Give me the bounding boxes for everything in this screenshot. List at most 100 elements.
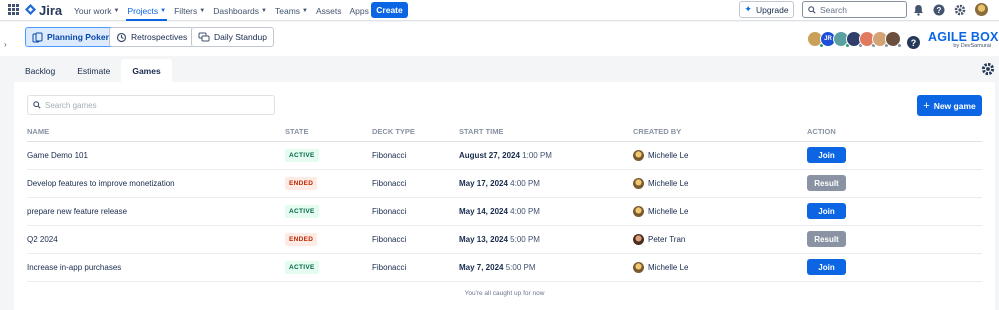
game-name[interactable]: Q2 2024 [27,225,285,254]
result-button[interactable]: Result [807,231,846,247]
tab-estimate[interactable]: Estimate [66,59,121,83]
nav-menu: Your work ▼ Projects ▼ Filters ▼ Dashboards ▼ Te… [70,0,381,21]
start-date: May 13, 2024 [459,234,508,244]
status-badge: ENDED [285,232,318,246]
table-row[interactable]: Develop features to improve monetization… [27,169,982,198]
global-search-input[interactable]: Search [802,1,907,18]
table-row[interactable]: Q2 2024 ENDED Fibonacci May 13, 2024 5:00 P… [27,225,982,254]
action-cell: Result [807,225,982,254]
avatar [633,233,644,245]
game-name[interactable]: Develop features to improve monetization [27,169,285,198]
start-clock: 4:00 PM [510,206,540,216]
notifications-bell-icon[interactable] [912,3,925,16]
table-row[interactable]: Game Demo 101 ACTIVE Fibonacci August 27, 2… [27,141,982,170]
settings-gear-icon[interactable] [953,3,966,16]
result-button[interactable]: Result [807,175,846,191]
column-header: START TIME [459,122,633,142]
app-name: Jira [39,3,63,18]
column-header: CREATED BY [633,122,807,142]
upgrade-button[interactable]: ✦ Upgrade [739,1,794,18]
game-name[interactable]: Increase in-app purchases [27,253,285,282]
search-placeholder: Search [820,4,847,15]
create-button[interactable]: Create [371,2,408,18]
daily-standup-button[interactable]: Daily Standup [191,27,274,47]
nav-item-assets[interactable]: Assets [312,0,346,21]
new-game-button[interactable]: + New game [917,95,982,116]
brand-title: AGILE BOX [928,30,999,44]
chevron-down-icon: ▼ [199,7,206,14]
help-icon[interactable]: ? [932,3,945,16]
join-button[interactable]: Join [807,203,846,219]
agile-box-brand: AGILE BOX by DevSamurai [928,30,999,49]
column-header: DECK TYPE [372,122,459,142]
nav-item-dashboards[interactable]: Dashboards ▼ [209,0,271,21]
state-cell: ACTIVE [285,253,372,282]
game-name[interactable]: Game Demo 101 [27,141,285,170]
user-avatar[interactable] [975,3,988,16]
caught-up-note: You're all caught up for now [464,290,545,297]
participants-avatars[interactable]: JR [807,31,902,49]
start-time: August 27, 2024 1:00 PM [459,141,633,170]
chevron-down-icon: ▼ [113,7,120,14]
retrospectives-button[interactable]: Retrospectives [109,27,195,47]
nav-item-label: Projects [127,5,159,16]
state-cell: ACTIVE [285,141,372,170]
start-clock: 5:00 PM [510,234,540,244]
deck-type: Fibonacci [372,197,459,226]
daily-standup-label: Daily Standup [214,32,267,42]
planning-poker-button[interactable]: Planning Poker [25,27,116,47]
creator-name: Michelle Le [648,206,689,216]
table-body: Game Demo 101 ACTIVE Fibonacci August 27, 2… [27,141,982,282]
sidebar-expand-icon[interactable]: › [4,40,7,49]
join-button[interactable]: Join [807,259,846,275]
creator-name: Michelle Le [648,178,689,188]
action-cell: Join [807,197,982,226]
nav-item-filters[interactable]: Filters ▼ [170,0,209,21]
games-panel: + New game NAMESTATEDECK TYPESTART TIMEC… [14,82,995,310]
chevron-down-icon: ▼ [302,7,308,14]
tab-games[interactable]: Games [121,59,172,83]
agile-box-toolbar: › Planning Poker Retrospectives Daily St… [0,22,999,56]
settings-gear-icon[interactable] [981,62,995,76]
retro-icon [116,32,127,42]
start-clock: 4:00 PM [510,178,540,188]
deck-type: Fibonacci [372,253,459,282]
join-button[interactable]: Join [807,147,846,163]
games-search-field[interactable] [27,95,275,115]
table-row[interactable]: Increase in-app purchases ACTIVE Fibonacci… [27,253,982,282]
planning-poker-label: Planning Poker [47,32,109,42]
deck-type: Fibonacci [372,169,459,198]
nav-item-teams[interactable]: Teams ▼ [271,0,312,21]
created-by: Peter Tran [633,225,807,254]
chevron-down-icon: ▼ [261,7,267,14]
jira-logo[interactable]: Jira [25,3,62,18]
start-date: May 14, 2024 [459,206,508,216]
game-name[interactable]: prepare new feature release [27,197,285,226]
creator-name: Michelle Le [648,262,689,272]
nav-item-your-work[interactable]: Your work ▼ [70,0,123,21]
table-header-row: NAME STATE DECK TYPE START TIME CREATED BY AC… [27,122,982,142]
created-by: Michelle Le [633,169,807,198]
search-icon [808,5,816,14]
tab-bar: Backlog Estimate Games [14,59,172,83]
games-search-input[interactable] [45,100,265,110]
app-switcher-icon[interactable] [8,4,19,15]
avatar [633,205,644,217]
table-row[interactable]: prepare new feature release ACTIVE Fibonac… [27,197,982,226]
chevron-down-icon: ▼ [160,7,167,14]
avatar [633,177,644,189]
nav-item-label: Apps [349,5,369,16]
new-game-label: New game [933,100,976,111]
upgrade-label: Upgrade [755,4,789,15]
nav-item-projects[interactable]: Projects ▼ [123,0,170,21]
tab-backlog[interactable]: Backlog [14,59,66,83]
start-time: May 17, 2024 4:00 PM [459,169,633,198]
help-icon[interactable]: ? [907,36,920,49]
action-cell: Join [807,141,982,170]
sparkle-icon: ✦ [744,4,752,14]
created-by: Michelle Le [633,141,807,170]
status-badge: ACTIVE [285,148,319,162]
column-header: ACTION [807,122,982,142]
retrospectives-label: Retrospectives [131,32,188,42]
deck-type: Fibonacci [372,141,459,170]
